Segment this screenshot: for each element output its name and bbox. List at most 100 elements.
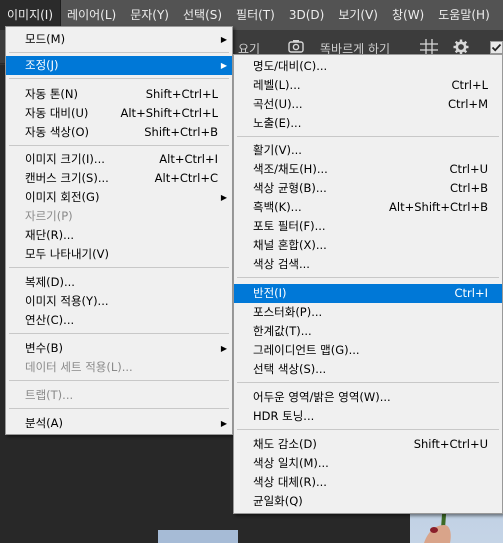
- menu-item-calculations[interactable]: 연산(C)...: [6, 311, 232, 330]
- menu-item-label: 어두운 영역/밝은 영역(W)...: [253, 390, 391, 404]
- menu-item-shortcut: Alt+Shift+Ctrl+B: [389, 200, 488, 214]
- triangle-right-icon: ▶: [220, 35, 227, 44]
- menu-item-curves[interactable]: 곡선(U)... Ctrl+M: [234, 95, 502, 114]
- menu-item-label: 자동 색상(O): [25, 125, 89, 139]
- menu-item-reveal-all[interactable]: 모두 나타내기(V): [6, 245, 232, 264]
- menu-item-shortcut: Ctrl+U: [449, 162, 488, 176]
- menu-item-equalize[interactable]: 균일화(Q): [234, 492, 502, 511]
- menu-separator: [9, 267, 229, 268]
- menu-separator: [9, 333, 229, 334]
- menu-item-shortcut: Ctrl+L: [451, 78, 488, 92]
- menu-item-selective-color[interactable]: 선택 색상(S)...: [234, 360, 502, 379]
- menu-item-hdr-toning[interactable]: HDR 토닝...: [234, 407, 502, 426]
- menu-item-auto-contrast[interactable]: 자동 대비(U) Alt+Shift+Ctrl+L: [6, 104, 232, 123]
- canvas-photo-edge: [158, 530, 238, 543]
- menu-item-label: 캔버스 크기(S)...: [25, 171, 109, 185]
- menu-item-label: 이미지 적용(Y)...: [25, 294, 109, 308]
- menu-item-label: 흑백(K)...: [253, 200, 302, 214]
- menu-item-label: 모드(M): [25, 32, 66, 46]
- menu-item-shadows-highlights[interactable]: 어두운 영역/밝은 영역(W)...: [234, 388, 502, 407]
- menu-item-trim[interactable]: 재단(R)...: [6, 226, 232, 245]
- menu-item-gradient-map[interactable]: 그레이디언트 맵(G)...: [234, 341, 502, 360]
- menu-item-analysis[interactable]: 분석(A) ▶: [6, 414, 232, 433]
- menu-item-hue-saturation[interactable]: 색조/채도(H)... Ctrl+U: [234, 160, 502, 179]
- menu-item-apply-data-set: 데이터 세트 적용(L)...: [6, 358, 232, 377]
- menu-separator: [9, 145, 229, 146]
- menu-item-shortcut: Shift+Ctrl+B: [144, 125, 218, 139]
- menu-item-variables[interactable]: 변수(B) ▶: [6, 339, 232, 358]
- menu-item-label: 복제(D)...: [25, 275, 75, 289]
- menu-item-label: 이미지 회전(G): [25, 190, 100, 204]
- menu-item-label: 분석(A): [25, 416, 63, 430]
- menu-item-shortcut: Ctrl+I: [454, 286, 489, 300]
- menu-item-label: 곡선(U)...: [253, 97, 303, 111]
- menu-separator: [9, 52, 229, 53]
- menu-item-label: 노출(E)...: [253, 116, 302, 130]
- menubar-3d[interactable]: 3D(D): [282, 0, 331, 30]
- menu-item-label: 반전(I): [253, 286, 287, 300]
- menu-separator: [9, 78, 229, 79]
- menu-item-label: 활기(V)...: [253, 143, 302, 157]
- menu-item-mode[interactable]: 모드(M) ▶: [6, 30, 232, 49]
- menu-item-label: 변수(B): [25, 341, 64, 355]
- menu-item-label: 색상 대체(R)...: [253, 475, 327, 489]
- menu-item-label: 색상 검색...: [253, 257, 310, 271]
- menu-item-label: 조정(J): [25, 58, 59, 72]
- menu-item-black-white[interactable]: 흑백(K)... Alt+Shift+Ctrl+B: [234, 198, 502, 217]
- menu-item-crop: 자르기(P): [6, 207, 232, 226]
- menu-item-label: 자동 대비(U): [25, 106, 89, 120]
- menu-separator: [9, 408, 229, 409]
- menu-item-adjustments[interactable]: 조정(J) ▶: [6, 56, 232, 75]
- menu-item-label: 그레이디언트 맵(G)...: [253, 343, 360, 357]
- menu-item-label: 선택 색상(S)...: [253, 362, 327, 376]
- menu-item-vibrance[interactable]: 활기(V)...: [234, 141, 502, 160]
- menu-item-label: HDR 토닝...: [253, 409, 315, 423]
- menu-item-label: 채널 혼합(X)...: [253, 238, 327, 252]
- menu-item-label: 채도 감소(D): [253, 437, 317, 451]
- menu-item-threshold[interactable]: 한계값(T)...: [234, 322, 502, 341]
- menubar-window[interactable]: 창(W): [385, 0, 431, 30]
- menu-item-match-color[interactable]: 색상 일치(M)...: [234, 454, 502, 473]
- menu-item-label: 균일화(Q): [253, 494, 303, 508]
- menu-item-label: 색상 일치(M)...: [253, 456, 329, 470]
- menubar-view[interactable]: 보기(V): [331, 0, 385, 30]
- menu-item-levels[interactable]: 레벨(L)... Ctrl+L: [234, 76, 502, 95]
- menu-item-channel-mixer[interactable]: 채널 혼합(X)...: [234, 236, 502, 255]
- menu-item-desaturate[interactable]: 채도 감소(D) Shift+Ctrl+U: [234, 435, 502, 454]
- menu-item-label: 자르기(P): [25, 209, 73, 223]
- menu-item-canvas-size[interactable]: 캔버스 크기(S)... Alt+Ctrl+C: [6, 169, 232, 188]
- menu-item-shortcut: Alt+Ctrl+I: [159, 152, 218, 166]
- image-menu: 모드(M) ▶ 조정(J) ▶ 자동 톤(N) Shift+Ctrl+L 자동 …: [5, 26, 233, 435]
- menu-separator: [237, 277, 499, 278]
- triangle-right-icon: ▶: [220, 61, 227, 70]
- menu-item-shortcut: Alt+Ctrl+C: [154, 171, 218, 185]
- menu-item-color-lookup[interactable]: 색상 검색...: [234, 255, 502, 274]
- menu-item-image-size[interactable]: 이미지 크기(I)... Alt+Ctrl+I: [6, 150, 232, 169]
- menu-item-duplicate[interactable]: 복제(D)...: [6, 273, 232, 292]
- menu-item-label: 트랩(T)...: [25, 388, 74, 402]
- triangle-right-icon: ▶: [220, 193, 227, 202]
- menubar-help[interactable]: 도움말(H): [431, 0, 497, 30]
- triangle-right-icon: ▶: [220, 344, 227, 353]
- menu-item-posterize[interactable]: 포스터화(P)...: [234, 303, 502, 322]
- menu-separator: [237, 382, 499, 383]
- menu-item-image-rotation[interactable]: 이미지 회전(G) ▶: [6, 188, 232, 207]
- menu-separator: [237, 136, 499, 137]
- menu-item-replace-color[interactable]: 색상 대체(R)...: [234, 473, 502, 492]
- menu-item-label: 연산(C)...: [25, 313, 75, 327]
- menu-item-apply-image[interactable]: 이미지 적용(Y)...: [6, 292, 232, 311]
- menu-item-auto-tone[interactable]: 자동 톤(N) Shift+Ctrl+L: [6, 85, 232, 104]
- menu-item-color-balance[interactable]: 색상 균형(B)... Ctrl+B: [234, 179, 502, 198]
- menu-item-label: 레벨(L)...: [253, 78, 301, 92]
- menu-item-label: 한계값(T)...: [253, 324, 312, 338]
- menu-item-label: 색조/채도(H)...: [253, 162, 328, 176]
- menubar-filter[interactable]: 필터(T): [229, 0, 282, 30]
- menu-item-label: 색상 균형(B)...: [253, 181, 327, 195]
- adjustments-submenu: 명도/대비(C)... 레벨(L)... Ctrl+L 곡선(U)... Ctr…: [233, 54, 503, 514]
- menu-item-photo-filter[interactable]: 포토 필터(F)...: [234, 217, 502, 236]
- menu-item-auto-color[interactable]: 자동 색상(O) Shift+Ctrl+B: [6, 123, 232, 142]
- menu-item-label: 포토 필터(F)...: [253, 219, 326, 233]
- menu-item-exposure[interactable]: 노출(E)...: [234, 114, 502, 133]
- menu-item-brightness-contrast[interactable]: 명도/대비(C)...: [234, 57, 502, 76]
- menu-item-invert[interactable]: 반전(I) Ctrl+I: [234, 284, 502, 303]
